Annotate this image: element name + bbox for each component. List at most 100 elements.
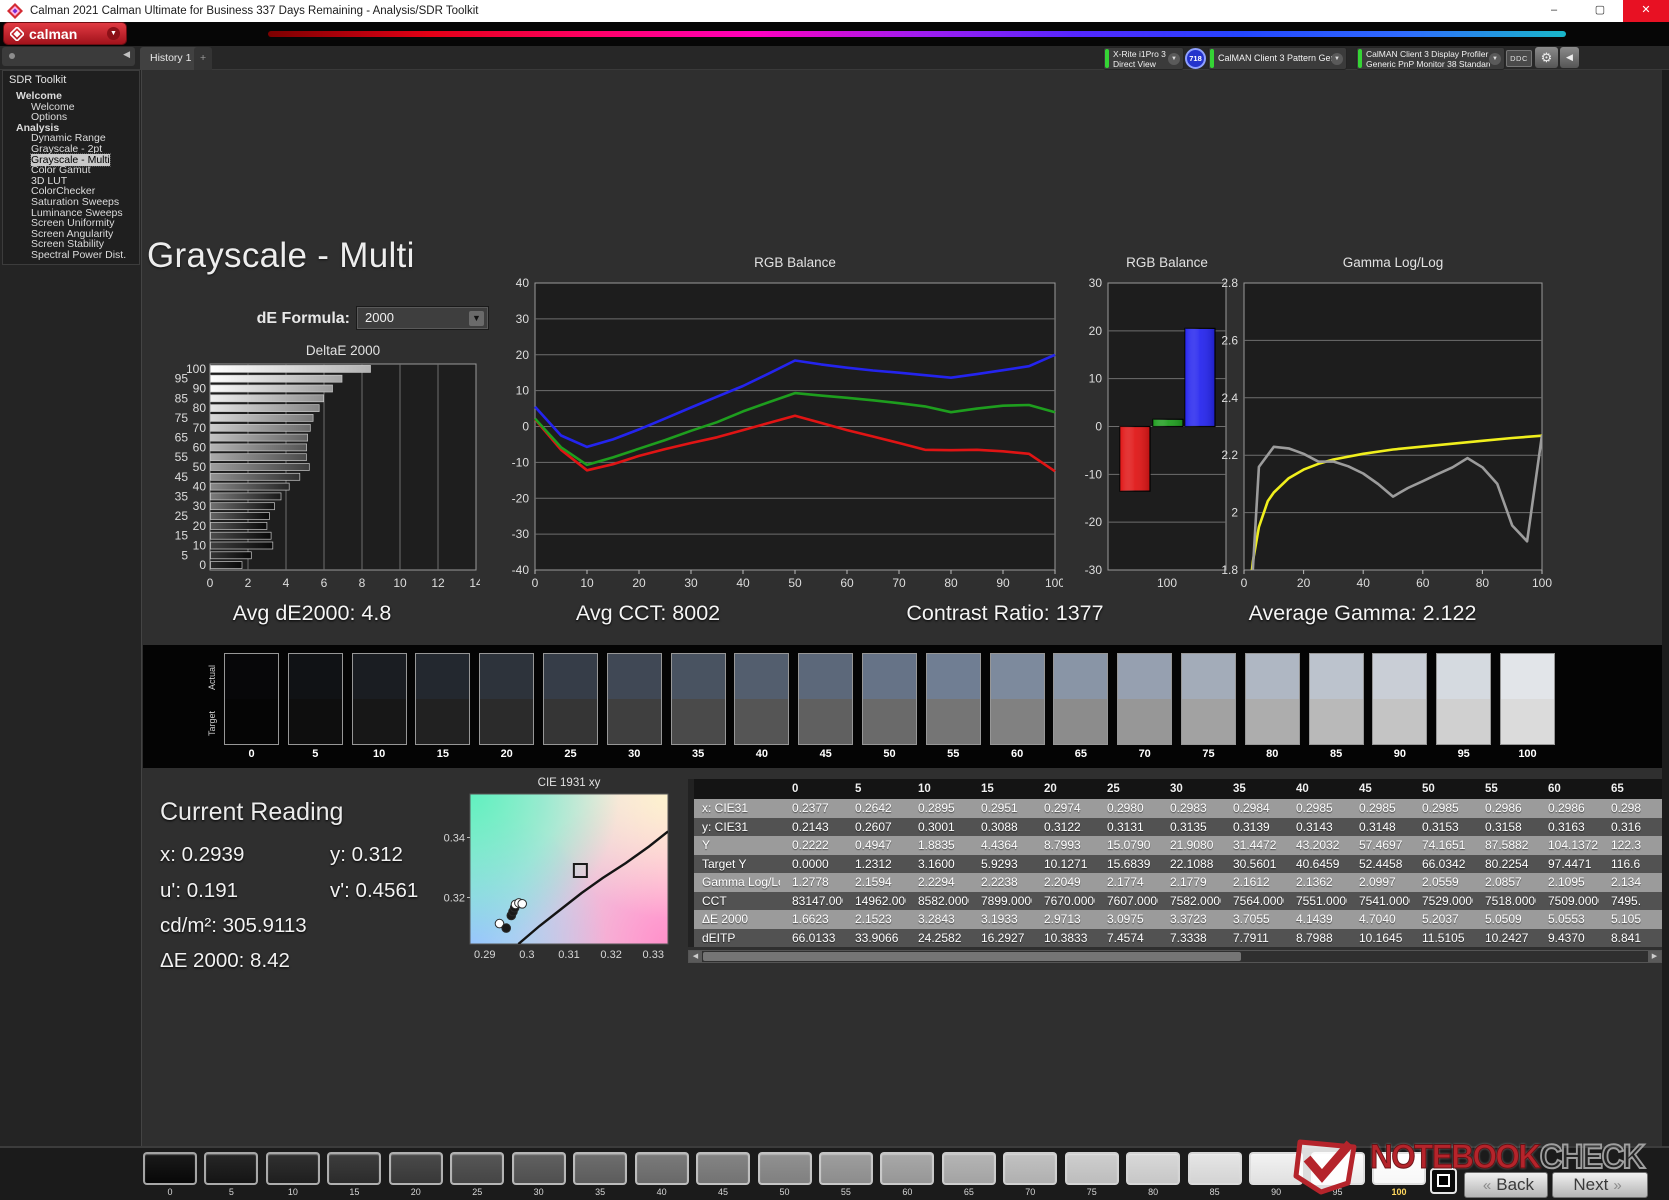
level-patch-95[interactable] (1310, 1152, 1365, 1185)
chevron-down-icon[interactable]: ▼ (1489, 53, 1501, 65)
level-patch-15[interactable] (327, 1152, 382, 1185)
level-patch-55[interactable] (818, 1152, 873, 1185)
level-patch-60[interactable] (880, 1152, 935, 1185)
close-button[interactable]: ✕ (1623, 0, 1669, 22)
actual-swatch-half (416, 654, 470, 699)
swatch-label-10: 10 (372, 748, 386, 760)
level-patch-20[interactable] (388, 1152, 443, 1185)
rgb-balance-line-chart: RGB Balance 40 30 20 10 0 -10 -20 -30 -40 0 10 20 30 4… (478, 250, 1063, 598)
table-cell: 2.0857 (1485, 875, 1522, 889)
calman-menu-button[interactable]: calman ▼ (4, 23, 126, 44)
svg-text:0.3: 0.3 (519, 949, 534, 961)
reading-de2000: ΔE 2000: 8.42 (160, 949, 290, 972)
svg-text:20: 20 (1297, 576, 1311, 590)
table-cell: 40.6459 (1296, 856, 1340, 871)
level-patch-75[interactable] (1064, 1152, 1119, 1185)
table-cell: 5.9293 (981, 856, 1018, 871)
svg-text:10: 10 (1089, 372, 1103, 386)
level-patch-80[interactable] (1126, 1152, 1181, 1185)
level-patch-25[interactable] (450, 1152, 505, 1185)
level-patch-85[interactable] (1187, 1152, 1242, 1185)
table-corner-cell (688, 779, 780, 799)
chevron-down-icon[interactable]: ▼ (1168, 53, 1180, 65)
scroll-right-icon[interactable]: ▶ (1648, 951, 1661, 962)
chevron-down-icon[interactable]: ▼ (1331, 53, 1343, 65)
level-patch-10[interactable] (265, 1152, 320, 1185)
table-horizontal-scrollbar[interactable]: ◀ ▶ (688, 950, 1662, 963)
level-patch-100[interactable] (1372, 1152, 1426, 1185)
ddc-button[interactable]: DDC (1506, 50, 1532, 67)
table-cell: 0.2642 (855, 801, 892, 815)
meter-device-button[interactable]: X-Rite i1Pro 3 Direct View ▼ (1103, 47, 1184, 70)
actual-swatch-half (480, 654, 534, 699)
sidebar-item-spectral-power-dist[interactable]: Spectral Power Dist. (3, 250, 139, 261)
sidebar-item-welcome[interactable]: Welcome (3, 101, 139, 113)
table-cell: 83147.0000 (792, 893, 843, 908)
table-cell: 0.2143 (792, 819, 829, 834)
sidebar-header-bar[interactable]: ◀ (2, 47, 135, 66)
grayscale-swatch-5 (287, 653, 343, 745)
minimize-button[interactable]: – (1531, 0, 1577, 22)
table-cell: 2.134 (1611, 875, 1642, 889)
svg-text:10: 10 (393, 576, 407, 590)
table-cell: 0.298 (1611, 801, 1642, 815)
target-swatch-half (799, 699, 853, 744)
table-cell: 5.2037 (1422, 912, 1459, 926)
svg-text:60: 60 (193, 440, 207, 454)
table-cell: 1.2778 (792, 875, 829, 889)
level-patch-40[interactable] (634, 1152, 689, 1185)
svg-text:0.34: 0.34 (444, 833, 465, 845)
svg-text:2.8: 2.8 (1221, 276, 1238, 290)
next-button[interactable]: Next» (1552, 1172, 1648, 1198)
sidebar-item-grayscale-2pt[interactable]: Grayscale - 2pt (3, 144, 139, 155)
level-patch-5[interactable] (204, 1152, 259, 1185)
settings-gear-button[interactable]: ⚙ (1535, 47, 1558, 68)
back-button[interactable]: «Back (1464, 1172, 1548, 1198)
target-swatch-half (288, 699, 342, 744)
add-tab-button[interactable]: + (194, 47, 213, 70)
sidebar-item-color-gamut[interactable]: Color Gamut (3, 165, 139, 176)
table-cell: 5.0509 (1485, 912, 1522, 926)
svg-text:65: 65 (175, 431, 189, 445)
level-patch-65[interactable] (941, 1152, 996, 1185)
level-patch-30[interactable] (511, 1152, 566, 1185)
meter-name: X-Rite i1Pro 3 (1113, 50, 1166, 59)
table-cell: 0.2985 (1359, 801, 1396, 815)
grayscale-swatch-65 (1053, 653, 1109, 745)
maximize-button[interactable]: ▢ (1577, 0, 1623, 22)
level-patch-50[interactable] (757, 1152, 812, 1185)
svg-text:30: 30 (516, 312, 530, 326)
pattern-generator-button[interactable]: CalMAN Client 3 Pattern Generator ▼ (1208, 47, 1347, 70)
de-formula-select[interactable]: 2000 ▼ (356, 306, 489, 330)
actual-swatch-half (1245, 654, 1299, 699)
level-patch-45[interactable] (696, 1152, 751, 1185)
level-patch-90[interactable] (1249, 1152, 1304, 1185)
table-cell: 66.0133 (792, 930, 836, 945)
actual-swatch-half (990, 654, 1044, 699)
table-col-header-55: 55 (1485, 783, 1498, 795)
meter-count-badge[interactable]: 718 (1185, 48, 1206, 69)
tab-history-1[interactable]: History 1 (140, 47, 202, 70)
level-patch-0[interactable] (143, 1152, 197, 1185)
level-patch-35[interactable] (573, 1152, 628, 1185)
svg-text:0: 0 (532, 576, 539, 590)
pattern-window-button[interactable] (1430, 1168, 1457, 1194)
svg-text:-30: -30 (1085, 563, 1103, 577)
table-col-header-40: 40 (1296, 783, 1309, 795)
collapse-left-icon[interactable]: ◀ (123, 49, 130, 60)
display-profiler-button[interactable]: CalMAN Client 3 Display Profiler Generic… (1356, 47, 1505, 70)
svg-text:2.4: 2.4 (1221, 391, 1238, 405)
scroll-left-icon[interactable]: ◀ (689, 951, 702, 962)
grayscale-swatch-90 (1372, 653, 1428, 745)
collapse-panel-button[interactable]: ◀ (1560, 47, 1579, 68)
table-cell: 14962.0000 (855, 893, 906, 908)
table-cell: 7551.0000 (1296, 893, 1347, 908)
table-cell: 24.2582 (918, 930, 962, 945)
table-cell: 3.2843 (918, 912, 955, 926)
actual-swatch-half (1501, 654, 1554, 699)
table-cell: 2.1774 (1107, 875, 1144, 889)
table-col-header-0: 0 (792, 783, 799, 795)
scrollbar-thumb[interactable] (703, 952, 1241, 961)
level-patch-70[interactable] (1003, 1152, 1058, 1185)
table-cell: 57.4697 (1359, 838, 1403, 852)
